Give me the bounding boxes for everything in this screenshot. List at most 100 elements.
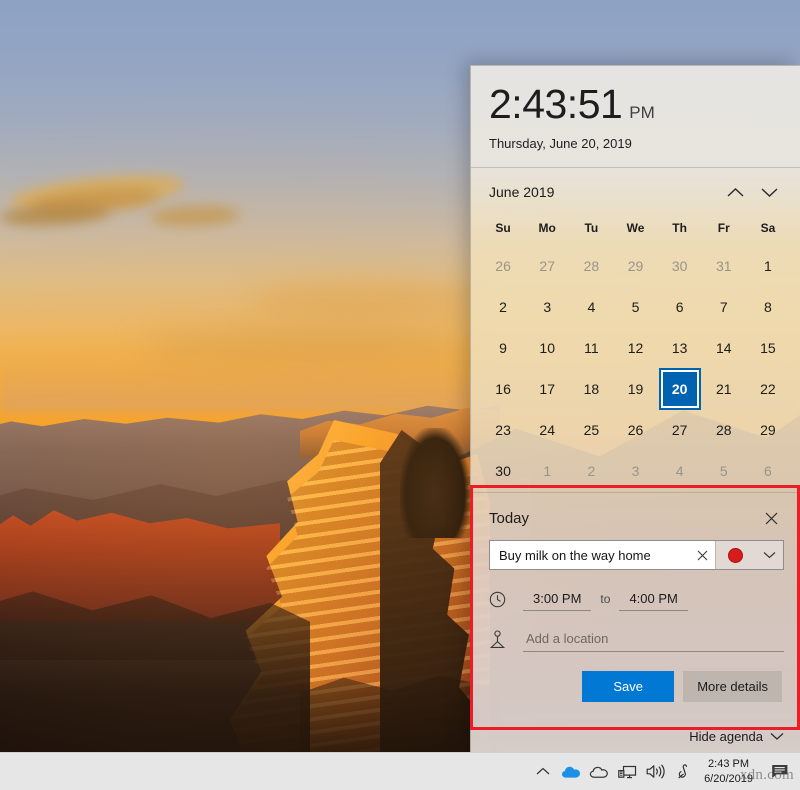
calendar-day[interactable]: 1	[746, 246, 790, 286]
calendar-day[interactable]: 17	[525, 369, 569, 409]
event-title-input[interactable]	[490, 541, 689, 569]
calendar-day-number: 26	[495, 258, 511, 274]
action-center-icon[interactable]	[764, 755, 796, 789]
calendar-day-number: 29	[627, 258, 644, 274]
calendar-day[interactable]: 5	[613, 287, 657, 327]
calendar-flyout: 2:43:51 PM Thursday, June 20, 2019 June 2…	[470, 65, 800, 752]
calendar-day-number: 27	[671, 422, 688, 438]
taskbar-clock[interactable]: 2:43 PM 6/20/2019	[698, 755, 762, 789]
chevron-up-icon[interactable]	[718, 179, 752, 205]
calendar-day-number: 3	[543, 299, 552, 315]
calendar-day-number: 22	[760, 381, 776, 397]
calendar-day[interactable]: 4	[569, 287, 613, 327]
calendar-week-row: 9 10 11 12 13 14 15	[471, 328, 800, 368]
calendar-day-number: 18	[583, 381, 600, 397]
calendar-day[interactable]: 27	[525, 246, 569, 286]
calendar-day[interactable]: 7	[702, 287, 746, 327]
calendar-day-number: 14	[715, 340, 732, 356]
hide-agenda-button[interactable]: Hide agenda	[689, 729, 784, 744]
calendar-day[interactable]: 13	[658, 328, 702, 368]
calendar-day[interactable]: 6	[658, 287, 702, 327]
chevron-up-icon[interactable]	[530, 755, 556, 789]
calendar-day[interactable]: 28	[702, 410, 746, 450]
calendar-weekday-we: We	[626, 221, 645, 235]
system-tray: 2:43 PM 6/20/2019	[530, 755, 800, 789]
chevron-down-icon[interactable]	[755, 541, 783, 569]
calendar-day[interactable]: 27	[658, 410, 702, 450]
calendar-day-number: 30	[671, 258, 688, 274]
calendar-day[interactable]: 3	[525, 287, 569, 327]
save-button[interactable]: Save	[582, 671, 675, 702]
calendar-day[interactable]: 30	[658, 246, 702, 286]
calendar-day-number: 29	[760, 422, 776, 438]
close-icon[interactable]	[758, 507, 784, 529]
location-pin-icon	[489, 629, 523, 649]
calendar-day[interactable]: 14	[702, 328, 746, 368]
calendar-day[interactable]: 22	[746, 369, 790, 409]
calendar-day[interactable]: 29	[613, 246, 657, 286]
calendar-weekday-th: Th	[672, 221, 687, 235]
agenda-panel: Today Buy milk on the way home 3:00 PM t…	[471, 493, 800, 702]
calendar-day[interactable]: 21	[702, 369, 746, 409]
calendar-day[interactable]: 28	[569, 246, 613, 286]
calendar-day-number: 5	[719, 463, 728, 479]
event-location-field	[523, 627, 784, 652]
calendar-day-number: 5	[631, 299, 640, 315]
event-end-time[interactable]: 4:00 PM	[619, 588, 688, 611]
calendar-day[interactable]: 1	[525, 451, 569, 491]
calendar-day[interactable]: 8	[746, 287, 790, 327]
calendar-day[interactable]: 31	[702, 246, 746, 286]
calendar-day-number: 1	[543, 463, 552, 479]
bluetooth-clip-icon[interactable]	[670, 755, 696, 789]
calendar-month-label[interactable]: June 2019	[489, 184, 718, 200]
volume-icon[interactable]	[642, 755, 668, 789]
calendar-weekday-sa: Sa	[760, 221, 776, 235]
calendar-day[interactable]: 18	[569, 369, 613, 409]
calendar-day[interactable]: 25	[569, 410, 613, 450]
calendar-weekday-su: Su	[495, 221, 511, 235]
calendar-day-number: 2	[499, 299, 507, 315]
cloud-outline-icon[interactable]	[586, 755, 612, 789]
calendar-day[interactable]: 23	[481, 410, 525, 450]
calendar-day[interactable]: 19	[613, 369, 657, 409]
calendar-day-number: 26	[627, 422, 644, 438]
calendar-day[interactable]: 9	[481, 328, 525, 368]
event-start-time[interactable]: 3:00 PM	[523, 588, 592, 611]
calendar-day[interactable]: 30	[481, 451, 525, 491]
calendar-day[interactable]: 4	[658, 451, 702, 491]
color-circle-icon	[728, 547, 743, 563]
calendar-day[interactable]: 12	[613, 328, 657, 368]
calendar-day[interactable]: 26	[613, 410, 657, 450]
calendar-day-number: 23	[495, 422, 511, 438]
event-color-swatch[interactable]	[715, 541, 755, 569]
calendar-day-number: 28	[715, 422, 732, 438]
calendar-day[interactable]: 2	[569, 451, 613, 491]
calendar-day[interactable]: 11	[569, 328, 613, 368]
event-location-input[interactable]	[526, 630, 784, 646]
calendar-day[interactable]: 26	[481, 246, 525, 286]
chevron-down-icon[interactable]	[752, 179, 786, 205]
onedrive-cloud-icon[interactable]	[558, 755, 584, 789]
network-monitor-icon[interactable]	[614, 755, 640, 789]
calendar-day[interactable]: 5	[702, 451, 746, 491]
calendar-day[interactable]: 3	[613, 451, 657, 491]
calendar-week-row: 2 3 4 5 6 7 8	[471, 287, 800, 327]
more-details-button[interactable]: More details	[683, 671, 782, 702]
calendar-day-selected[interactable]: 20	[658, 368, 702, 410]
calendar-day[interactable]: 15	[746, 328, 790, 368]
calendar-day[interactable]: 2	[481, 287, 525, 327]
calendar-day-number: 4	[675, 463, 684, 479]
calendar-day[interactable]: 10	[525, 328, 569, 368]
calendar-day-number: 9	[499, 340, 507, 356]
calendar-day[interactable]: 6	[746, 451, 790, 491]
calendar-day[interactable]: 16	[481, 369, 525, 409]
clock-date: Thursday, June 20, 2019	[489, 136, 632, 151]
calendar-day-number: 24	[539, 422, 555, 438]
calendar-week-row: 30 1 2 3 4 5 6	[471, 451, 800, 491]
calendar-day[interactable]: 29	[746, 410, 790, 450]
calendar-week-row: 26 27 28 29 30 31 1	[471, 246, 800, 286]
close-icon[interactable]	[689, 541, 715, 569]
calendar-day[interactable]: 24	[525, 410, 569, 450]
calendar-day-number: 10	[539, 340, 555, 356]
calendar-day-number: 30	[495, 463, 511, 479]
